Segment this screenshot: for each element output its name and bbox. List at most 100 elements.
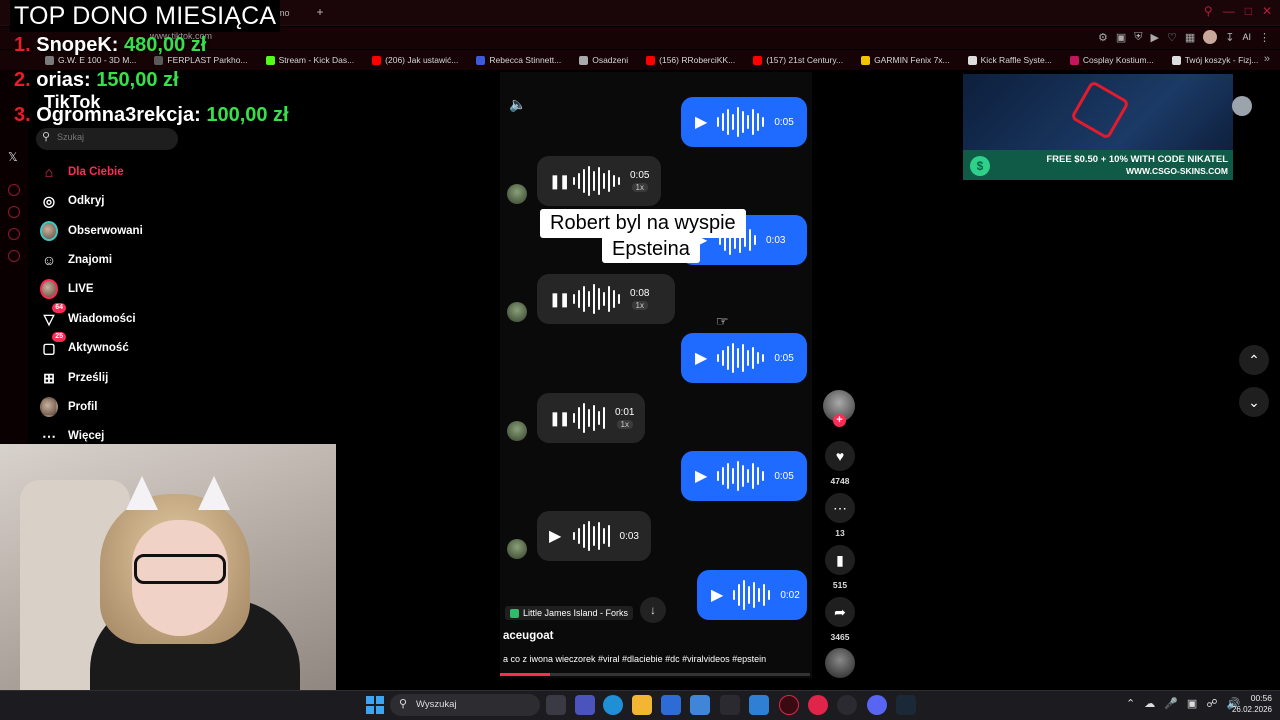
- x-logo-icon[interactable]: 𝕏: [8, 150, 18, 164]
- nav-item-aktywność[interactable]: ▢ 25 Aktywność: [40, 332, 129, 360]
- nav-item-prześlij[interactable]: ⊞ Prześlij: [40, 366, 108, 390]
- opera-gx-icon[interactable]: [779, 695, 799, 715]
- pause-icon[interactable]: ❚❚: [549, 291, 570, 308]
- play-icon[interactable]: ▶: [695, 466, 707, 486]
- task-view-icon[interactable]: [546, 695, 566, 715]
- search-tabs-icon[interactable]: ⚲: [1204, 4, 1213, 18]
- mail-icon[interactable]: [690, 695, 710, 715]
- profile-avatar[interactable]: [1203, 30, 1218, 44]
- search-input[interactable]: [57, 132, 157, 142]
- maximize-icon[interactable]: □: [1245, 4, 1252, 18]
- playback-speed[interactable]: 1x: [631, 301, 648, 310]
- cloud-icon[interactable]: ☁: [1144, 697, 1155, 710]
- playback-speed[interactable]: 1x: [631, 183, 648, 192]
- bookmark-item[interactable]: (156) RRoberciKK...: [637, 55, 744, 65]
- sidebar-history-icon[interactable]: [8, 184, 20, 196]
- bookmark-item[interactable]: Cosplay Kostium...: [1061, 55, 1163, 65]
- nav-item-profil[interactable]: Profil: [40, 395, 97, 419]
- bookmark-item[interactable]: GARMIN Fenix 7x...: [852, 55, 959, 65]
- sound-avatar[interactable]: [825, 648, 855, 678]
- edge-icon[interactable]: [603, 695, 623, 715]
- follow-button[interactable]: +: [833, 414, 846, 427]
- store-icon[interactable]: [661, 695, 681, 715]
- sidebar-player-icon[interactable]: [8, 228, 20, 240]
- comment-action[interactable]: ⋯ 13: [824, 493, 856, 538]
- share-icon[interactable]: ➦: [825, 597, 855, 627]
- taskbar-search[interactable]: [390, 694, 540, 716]
- nav-item-dla-ciebie[interactable]: ⌂ Dla Ciebie: [40, 160, 124, 184]
- monitor-icon[interactable]: ▣: [1187, 697, 1197, 710]
- sidebar-settings-icon[interactable]: [8, 250, 20, 262]
- voice-message[interactable]: ❚❚ 0:08 1x: [537, 274, 675, 324]
- voice-message[interactable]: ▶ 0:05: [681, 451, 807, 501]
- opera-icon[interactable]: [808, 695, 828, 715]
- chevron-up-icon[interactable]: ⌃: [1126, 697, 1135, 710]
- sidebar-clock-icon[interactable]: [8, 206, 20, 218]
- menu-icon[interactable]: ⋮: [1259, 31, 1270, 44]
- shield-icon[interactable]: ⛨: [1134, 31, 1142, 44]
- bookmarks-more-button[interactable]: »: [1264, 53, 1270, 65]
- minimize-icon[interactable]: —: [1223, 4, 1235, 18]
- app-icon[interactable]: [720, 695, 740, 715]
- bookmark-item[interactable]: (157) 21st Century...: [744, 55, 852, 65]
- clock-time[interactable]: 00:56: [1226, 693, 1272, 703]
- nav-item-live[interactable]: LIVE: [40, 277, 94, 301]
- microphone-icon[interactable]: 🎤: [1164, 697, 1178, 710]
- ai-button[interactable]: AI: [1242, 32, 1251, 42]
- nav-item-wiadomości[interactable]: ▽ 64 Wiadomości: [40, 303, 136, 331]
- play-icon[interactable]: ▶: [695, 112, 707, 132]
- bookmark-icon[interactable]: ▮: [825, 545, 855, 575]
- nav-item-odkryj[interactable]: ◎ Odkryj: [40, 189, 105, 213]
- video-author[interactable]: aceugoat: [503, 630, 554, 642]
- like-action[interactable]: ♥ 4748: [824, 441, 856, 486]
- next-video-button[interactable]: ⌄: [1239, 387, 1269, 417]
- heart-icon[interactable]: ♥: [825, 441, 855, 471]
- previous-video-button[interactable]: ⌃: [1239, 345, 1269, 375]
- discord-icon[interactable]: [867, 695, 887, 715]
- app-icon[interactable]: [749, 695, 769, 715]
- windows-start-icon[interactable]: [366, 696, 384, 714]
- window-controls: ⚲ — □ ✕: [1204, 4, 1272, 18]
- share-action[interactable]: ➦ 3465: [824, 597, 856, 642]
- voice-message[interactable]: ▶ 0:02: [697, 570, 807, 620]
- app-icon[interactable]: [837, 695, 857, 715]
- bookmark-item[interactable]: Stream - Kick Das...: [257, 55, 364, 65]
- bookmark-item[interactable]: Kick Raffle Syste...: [959, 55, 1061, 65]
- download-icon[interactable]: ↧: [1225, 31, 1234, 44]
- play-icon[interactable]: ▶: [1151, 31, 1159, 44]
- close-icon[interactable]: ✕: [1262, 4, 1272, 18]
- bookmark-item[interactable]: Osadzeni: [570, 55, 637, 65]
- scroll-down-button[interactable]: ↓: [640, 597, 666, 623]
- music-tag[interactable]: Little James Island - Forks: [505, 606, 634, 620]
- voice-message[interactable]: ❚❚ 0:05 1x: [537, 156, 661, 206]
- extensions-icon[interactable]: ▦: [1185, 31, 1195, 44]
- voice-message[interactable]: ▶ 0:05: [681, 333, 807, 383]
- pause-icon[interactable]: ❚❚: [549, 173, 570, 190]
- play-icon[interactable]: ▶: [695, 348, 707, 368]
- translate-icon[interactable]: ⚙: [1098, 31, 1108, 44]
- nav-item-obserwowani[interactable]: Obserwowani: [40, 219, 143, 243]
- playback-speed[interactable]: 1x: [616, 420, 633, 429]
- play-icon[interactable]: ▶: [549, 526, 563, 546]
- file-explorer-icon[interactable]: [632, 695, 652, 715]
- pause-icon[interactable]: ❚❚: [549, 410, 570, 427]
- voice-message[interactable]: ▶ 0:03: [537, 511, 651, 561]
- voice-message[interactable]: ▶ 0:05: [681, 97, 807, 147]
- user-avatar[interactable]: [1232, 96, 1252, 116]
- teams-icon[interactable]: [575, 695, 595, 715]
- save-action[interactable]: ▮ 515: [824, 545, 856, 590]
- clock-date[interactable]: 26.02.2026: [1226, 705, 1272, 714]
- comment-icon[interactable]: ⋯: [825, 493, 855, 523]
- network-icon[interactable]: ☍: [1206, 697, 1217, 710]
- new-tab-button[interactable]: +: [314, 6, 326, 18]
- play-icon[interactable]: ▶: [711, 585, 723, 605]
- bookmark-item[interactable]: (206) Jak ustawić...: [363, 55, 467, 65]
- heart-icon[interactable]: ♡: [1167, 31, 1177, 44]
- volume-icon[interactable]: 🔈: [509, 96, 526, 113]
- bookmark-item[interactable]: Rebecca Stinnett...: [467, 55, 570, 65]
- voice-message[interactable]: ❚❚ 0:01 1x: [537, 393, 645, 443]
- screenshot-icon[interactable]: ▣: [1116, 31, 1126, 44]
- bookmark-item[interactable]: Twój koszyk - Fizj...: [1163, 55, 1268, 65]
- steam-icon[interactable]: [896, 695, 916, 715]
- nav-item-znajomi[interactable]: ☺ Znajomi: [40, 248, 112, 272]
